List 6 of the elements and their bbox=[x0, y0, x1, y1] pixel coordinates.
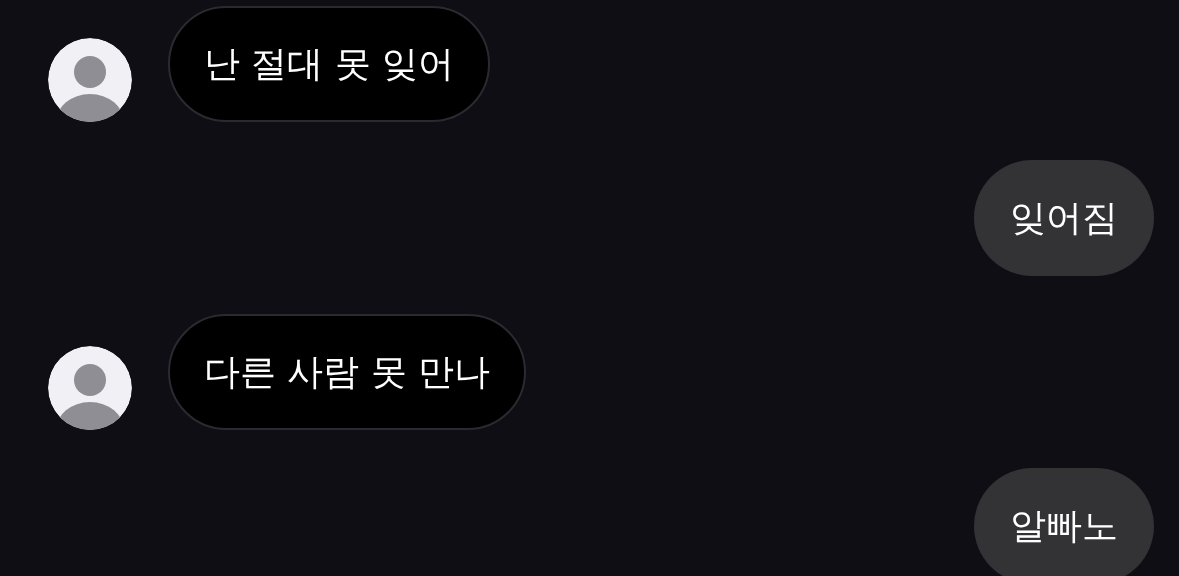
message-bubble: 알빠노 bbox=[974, 468, 1154, 576]
avatar-icon bbox=[48, 346, 132, 430]
message-bubble: 다른 사람 못 만나 bbox=[168, 314, 527, 430]
message-bubble: 난 절대 못 잊어 bbox=[168, 6, 491, 122]
message-bubble: 잊어짐 bbox=[974, 160, 1154, 276]
avatar-icon bbox=[48, 38, 132, 122]
